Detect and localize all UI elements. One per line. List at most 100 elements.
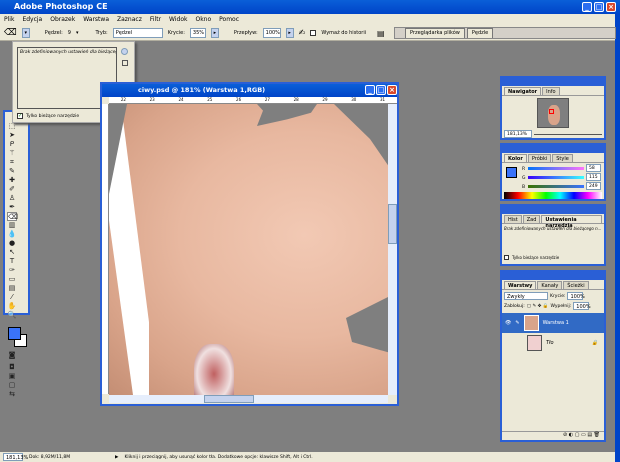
eyedropper-tool-icon[interactable]: ⁄: [7, 293, 17, 302]
blur-tool-icon[interactable]: 💧: [7, 230, 17, 239]
tab-tool-presets[interactable]: Ustawienia narzędzia: [541, 215, 602, 229]
zoom-tool-icon[interactable]: 🔍: [7, 311, 17, 320]
g-slider[interactable]: [528, 176, 584, 179]
full-screen-icon[interactable]: ▢: [7, 381, 17, 390]
r-slider[interactable]: [528, 167, 584, 170]
menu-warstwa[interactable]: Warstwa: [83, 14, 109, 25]
palette-tab-brushes[interactable]: Pędzle: [466, 28, 494, 38]
tab-layers[interactable]: Warstwy: [504, 281, 537, 289]
brush-link-icon[interactable]: ✎: [515, 320, 519, 326]
hand-tool-icon[interactable]: ✋: [7, 302, 17, 311]
history-brush-tool-icon[interactable]: ✒: [7, 203, 17, 212]
eraser-tool-icon[interactable]: ⌫: [7, 212, 18, 221]
doc-maximize-button[interactable]: □: [376, 85, 386, 95]
layer-opacity-input[interactable]: 100%: [567, 292, 585, 300]
menu-okno[interactable]: Okno: [195, 14, 211, 25]
menu-widok[interactable]: Widok: [169, 14, 187, 25]
slice-tool-icon[interactable]: ✎: [7, 167, 17, 176]
quick-mask-icon[interactable]: ◘: [7, 363, 17, 372]
doc-minimize-button[interactable]: _: [365, 85, 375, 95]
layers-footer-buttons[interactable]: ⊘ ◐ ▢ ▭ ▤ 🗑: [502, 431, 604, 440]
tab-color[interactable]: Kolor: [504, 154, 527, 162]
flow-slider-button[interactable]: ▸: [285, 27, 294, 38]
g-value[interactable]: 115: [586, 173, 601, 181]
file-browser-icon[interactable]: ▤: [377, 29, 385, 38]
screen-mode-icon[interactable]: ▣: [7, 372, 17, 381]
navigator-thumbnail[interactable]: [537, 98, 569, 128]
eraser-icon[interactable]: ⌫: [4, 28, 17, 38]
shape-tool-icon[interactable]: ▭: [7, 275, 17, 284]
tab-swatches[interactable]: Próbki: [527, 154, 552, 162]
gradient-tool-icon[interactable]: ▥: [7, 221, 17, 230]
type-tool-icon[interactable]: T: [7, 257, 17, 266]
fill-label: Wypełnij:: [550, 303, 572, 309]
path-select-tool-icon[interactable]: ↖: [7, 248, 17, 257]
standard-mode-icon[interactable]: ◙: [7, 351, 17, 360]
b-value[interactable]: 249: [586, 182, 601, 190]
brush-picker-arrow[interactable]: ▾: [76, 30, 79, 36]
navigator-zoom-slider[interactable]: [534, 133, 602, 135]
flow-input[interactable]: 100%: [262, 27, 281, 38]
lock-icon: 🔒: [591, 340, 598, 346]
mode-select[interactable]: Pędzel: [112, 27, 163, 38]
pen-tool-icon[interactable]: ✑: [7, 266, 17, 275]
stamp-tool-icon[interactable]: ♙: [7, 194, 17, 203]
tab-styles[interactable]: Style: [552, 154, 573, 162]
menu-zaznacz[interactable]: Zaznacz: [117, 14, 142, 25]
lock-icons[interactable]: ▢ ✎ ✥ 🔒: [527, 304, 549, 309]
horizontal-scrollbar[interactable]: [109, 395, 388, 403]
status-arrow-icon[interactable]: ▶: [115, 455, 118, 460]
layer-row[interactable]: Tło 🔒: [502, 333, 604, 353]
opacity-slider-button[interactable]: ▸: [210, 27, 219, 38]
new-preset-icon[interactable]: [122, 60, 128, 66]
foreground-color-swatch[interactable]: [8, 327, 21, 340]
tab-paths[interactable]: Ścieżki: [563, 281, 589, 289]
menu-edycja[interactable]: Edycja: [22, 14, 42, 25]
status-zoom[interactable]: 181,13%: [3, 453, 28, 461]
tool-presets-list[interactable]: Brak zdefiniowanych ustawień dla bieżące…: [502, 224, 604, 254]
menu-pomoc[interactable]: Pomoc: [219, 14, 239, 25]
preset-menu-button[interactable]: [121, 48, 128, 55]
tool-presets-checkbox[interactable]: [504, 255, 509, 260]
notes-tool-icon[interactable]: ▤: [7, 284, 17, 293]
tab-info[interactable]: Info: [542, 87, 560, 95]
color-ramp[interactable]: [504, 192, 602, 199]
r-value[interactable]: 58: [586, 164, 601, 172]
magic-wand-tool-icon[interactable]: ⚚: [7, 149, 17, 158]
marquee-tool-icon[interactable]: ⬚: [7, 122, 17, 131]
vertical-scrollbar[interactable]: [388, 104, 397, 395]
opacity-input[interactable]: 35%: [189, 27, 206, 38]
layer-name: Tło: [546, 340, 554, 346]
healing-brush-tool-icon[interactable]: ✚: [7, 176, 17, 185]
doc-close-button[interactable]: ×: [387, 85, 397, 95]
menu-filtr[interactable]: Filtr: [150, 14, 161, 25]
move-tool-icon[interactable]: ➤: [7, 131, 17, 140]
crop-tool-icon[interactable]: ⌗: [7, 158, 17, 167]
dodge-tool-icon[interactable]: ●: [7, 239, 17, 248]
b-slider[interactable]: [528, 185, 584, 188]
brush-size[interactable]: 9: [68, 30, 71, 36]
eye-icon[interactable]: 👁: [505, 320, 511, 326]
maximize-button[interactable]: □: [594, 2, 604, 12]
color-foreground-swatch[interactable]: [506, 167, 517, 178]
brush-tool-icon[interactable]: ✐: [7, 185, 17, 194]
jump-to-imageready-icon[interactable]: ⇆: [7, 390, 17, 399]
preset-picker-button[interactable]: ▾: [21, 27, 30, 38]
tab-actions[interactable]: Zad: [522, 215, 541, 223]
close-button[interactable]: ×: [606, 2, 616, 12]
fill-input[interactable]: 100%: [573, 302, 591, 310]
palette-tab-file-browser[interactable]: Przeglądarka plików: [405, 28, 465, 38]
tab-channels[interactable]: Kanały: [537, 281, 563, 289]
airbrush-icon[interactable]: ✍: [299, 28, 306, 37]
navigator-zoom-input[interactable]: 181,13%: [504, 130, 532, 138]
blend-mode-select[interactable]: Zwykły: [504, 292, 548, 300]
current-tool-only-checkbox[interactable]: ✓: [17, 113, 23, 119]
tab-history[interactable]: Hist: [504, 215, 522, 223]
menu-plik[interactable]: Plik: [4, 14, 14, 25]
layer-row[interactable]: 👁 ✎ Warstwa 1: [502, 313, 604, 333]
tab-navigator[interactable]: Nawigator: [504, 87, 542, 95]
minimize-button[interactable]: _: [582, 2, 592, 12]
history-checkbox[interactable]: [310, 29, 317, 36]
menu-obrazek[interactable]: Obrazek: [50, 14, 75, 25]
lasso-tool-icon[interactable]: ᑭ: [7, 140, 17, 149]
